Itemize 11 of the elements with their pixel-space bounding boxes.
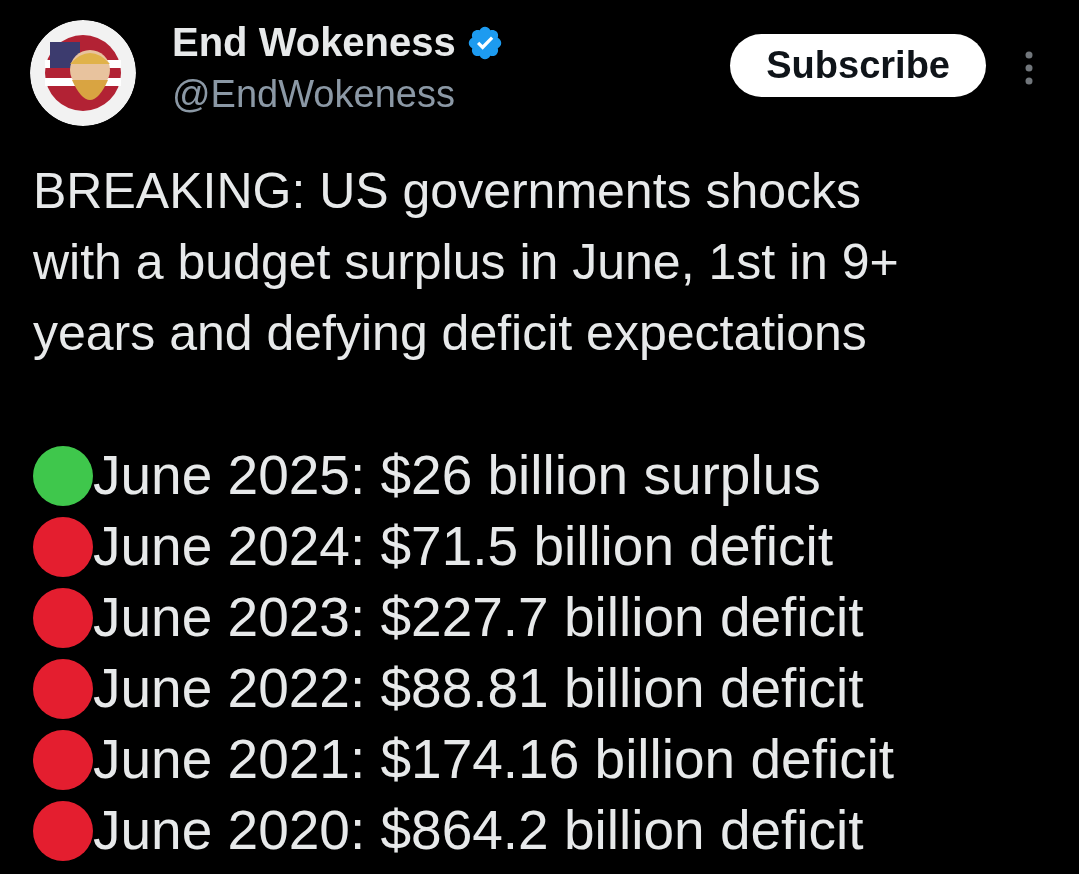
budget-line: June 2021: $174.16 billion deficit [93, 727, 895, 792]
budget-line: June 2025: $26 billion surplus [93, 443, 821, 508]
budget-line: June 2020: $864.2 billion deficit [93, 798, 864, 863]
author-handle[interactable]: @EndWokeness [172, 73, 504, 116]
budget-line: June 2022: $88.81 billion deficit [93, 656, 864, 721]
more-options-icon[interactable] [1024, 50, 1034, 86]
author-name[interactable]: End Wokeness [172, 20, 456, 65]
post-text: BREAKING: US governments shocks with a budget surplus in June, 1st in 9+ years and defying deficit expectations [33, 162, 900, 363]
budget-line: June 2024: $71.5 billion deficit [93, 514, 833, 579]
budget-line: June 2023: $227.7 billion deficit [93, 585, 864, 650]
subscribe-button[interactable]: Subscribe [730, 34, 986, 97]
